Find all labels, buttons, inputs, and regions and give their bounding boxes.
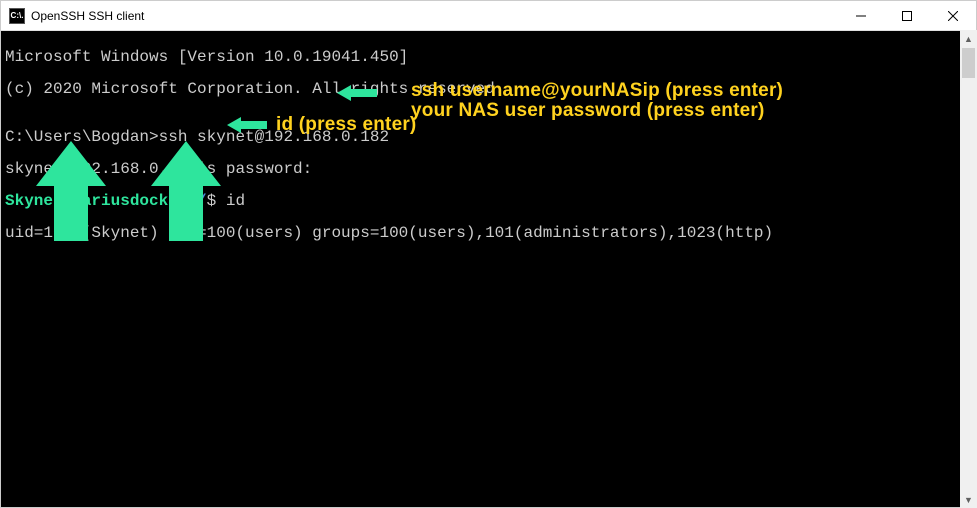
minimize-button[interactable] (838, 1, 884, 30)
window-controls (838, 1, 976, 30)
terminal-line: skynet@192.168.0.182's password: (5, 161, 972, 177)
command-text: id (226, 192, 245, 210)
terminal-line: Skynet@Mariusdocker:/$ id (5, 193, 972, 209)
scrollbar[interactable]: ▲ ▼ (960, 30, 977, 508)
terminal-line: Microsoft Windows [Version 10.0.19041.45… (5, 49, 972, 65)
scroll-down-icon[interactable]: ▼ (960, 491, 977, 508)
prompt-colon: : (187, 192, 197, 210)
maximize-button[interactable] (884, 1, 930, 30)
prompt-path: / (197, 192, 207, 210)
scroll-up-icon[interactable]: ▲ (960, 30, 977, 47)
terminal-line: uid=1026(Skynet) gid=100(users) groups=1… (5, 225, 972, 241)
terminal-line: C:\Users\Bogdan>ssh skynet@192.168.0.182 (5, 129, 972, 145)
annotation-text: id (press enter) (276, 115, 416, 134)
prompt-prefix: C:\Users\Bogdan> (5, 128, 159, 146)
prompt-user-host: Skynet@Mariusdocker (5, 192, 187, 210)
window-frame: C:\. OpenSSH SSH client Microsoft Window… (0, 0, 977, 508)
close-button[interactable] (930, 1, 976, 30)
prompt-dollar: $ (207, 192, 226, 210)
annotation-text: your NAS user password (press enter) (411, 101, 765, 120)
terminal[interactable]: Microsoft Windows [Version 10.0.19041.45… (1, 31, 976, 507)
window-title: OpenSSH SSH client (31, 9, 838, 23)
annotation-text: ssh username@yourNASip (press enter) (411, 81, 783, 100)
app-icon: C:\. (9, 8, 25, 24)
scrollbar-thumb[interactable] (962, 48, 975, 78)
titlebar[interactable]: C:\. OpenSSH SSH client (1, 1, 976, 31)
